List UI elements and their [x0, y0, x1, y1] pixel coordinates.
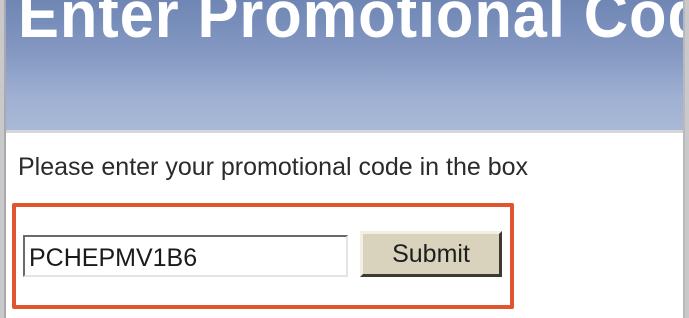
header-banner: Enter Promotional Cod [6, 0, 683, 130]
page-frame: Enter Promotional Cod Please enter your … [4, 0, 685, 318]
promo-code-input[interactable] [23, 235, 348, 277]
page-title: Enter Promotional Cod [18, 0, 683, 51]
header-divider [6, 130, 683, 133]
submit-button[interactable]: Submit [360, 231, 502, 277]
instruction-text: Please enter your promotional code in th… [18, 153, 529, 181]
